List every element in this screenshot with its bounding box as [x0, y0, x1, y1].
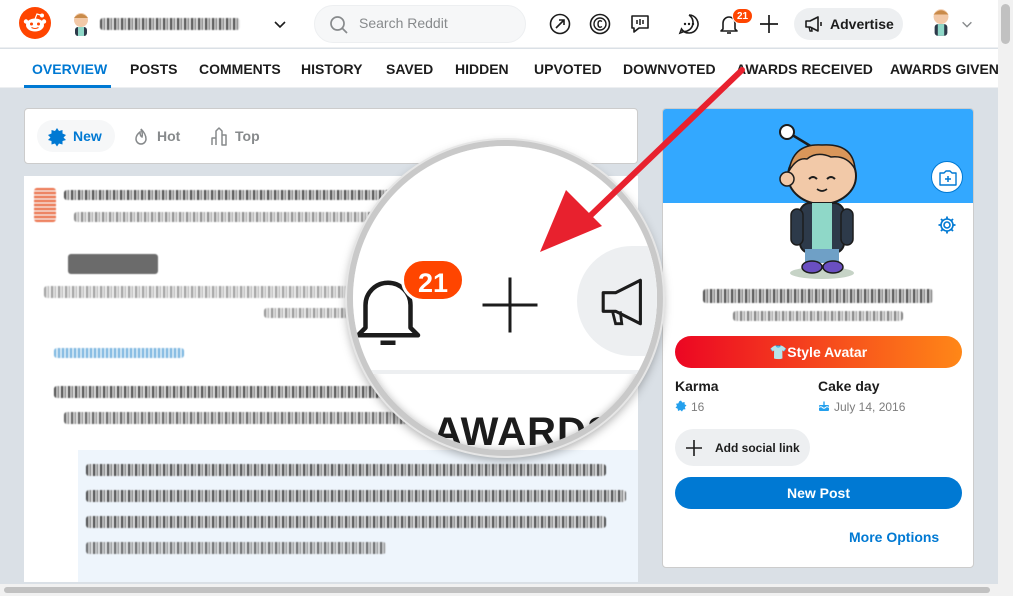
sort-top-button[interactable]: Top [199, 120, 269, 152]
popular-icon[interactable] [548, 12, 572, 36]
tab-overview[interactable]: OVERVIEW [32, 61, 107, 77]
style-avatar-label: Style Avatar [787, 344, 868, 360]
coins-icon[interactable] [588, 12, 612, 36]
tab-hidden[interactable]: HIDDEN [455, 61, 509, 77]
tab-comments[interactable]: COMMENTS [199, 61, 281, 77]
active-tab-indicator [24, 85, 111, 88]
cake-day-date: July 14, 2016 [834, 400, 906, 414]
more-options-link[interactable]: More Options [849, 529, 939, 545]
new-post-button[interactable]: New Post [675, 477, 962, 509]
obscured-text [44, 286, 374, 298]
chat-icon[interactable] [677, 12, 701, 36]
community-dropdown[interactable] [68, 8, 292, 40]
obscured-comment [78, 450, 638, 582]
sort-hot-label: Hot [157, 128, 181, 144]
plus-icon[interactable] [757, 12, 781, 36]
zoom-magnifier: 21 AWARDS [347, 140, 663, 456]
obscured-text [86, 464, 606, 476]
obscured-link [54, 348, 184, 358]
cake-day-value: July 14, 2016 [818, 400, 958, 414]
sort-new-label: New [73, 128, 102, 144]
new-sparkle-icon [48, 128, 66, 147]
sort-top-label: Top [235, 128, 260, 144]
tab-posts[interactable]: POSTS [130, 61, 177, 77]
top-nav-bar: 21 Advertise [0, 0, 998, 48]
tab-awards-received[interactable]: AWARDS RECEIVED [736, 61, 873, 77]
search-icon [330, 16, 348, 34]
karma-number: 16 [691, 400, 705, 414]
chevron-down-icon [274, 21, 286, 29]
sort-new-button[interactable]: New [37, 120, 115, 152]
obscured-vote-block [34, 188, 56, 222]
obscured-username [733, 311, 903, 321]
search-input[interactable] [359, 15, 509, 31]
horizontal-scrollbar[interactable] [0, 584, 998, 596]
style-avatar-button[interactable]: 👕Style Avatar [675, 336, 962, 368]
advertise-label: Advertise [830, 16, 894, 32]
talk-icon[interactable] [628, 12, 652, 36]
user-menu-dropdown[interactable] [925, 6, 975, 42]
plus-icon [686, 440, 702, 456]
add-social-link-button[interactable]: Add social link [675, 429, 810, 466]
vertical-scroll-thumb[interactable] [1001, 4, 1010, 44]
obscured-text [86, 542, 386, 554]
karma-icon [675, 400, 687, 412]
plus-icon [482, 277, 538, 333]
zoomed-notification-badge: 21 [401, 258, 465, 302]
top-chart-icon [211, 127, 227, 146]
chevron-down-icon [962, 21, 972, 28]
cake-day-label: Cake day [818, 378, 880, 394]
cake-icon [818, 401, 830, 411]
sort-hot-button[interactable]: Hot [121, 120, 191, 152]
obscured-text [86, 516, 606, 528]
karma-label: Karma [675, 378, 719, 394]
obscured-text [68, 254, 158, 274]
megaphone-icon [601, 278, 642, 326]
tab-saved[interactable]: SAVED [386, 61, 433, 77]
megaphone-icon [805, 16, 822, 32]
tab-downvoted[interactable]: DOWNVOTED [623, 61, 716, 77]
gear-icon[interactable] [937, 215, 957, 235]
flame-icon [135, 128, 147, 145]
add-image-icon [939, 170, 957, 186]
avatar-icon [74, 13, 88, 36]
tab-history[interactable]: HISTORY [301, 61, 362, 77]
vertical-scrollbar[interactable] [998, 0, 1013, 596]
notification-badge: 21 [732, 8, 754, 24]
add-banner-image-button[interactable] [931, 161, 963, 193]
obscured-display-name [703, 289, 933, 303]
add-social-link-label: Add social link [715, 441, 800, 455]
search-bar[interactable] [314, 5, 526, 43]
profile-card: 👕Style Avatar Karma 16 Cake day July 14,… [662, 108, 974, 568]
zoomed-tab-text: AWARDS [433, 410, 615, 454]
tab-upvoted[interactable]: UPVOTED [534, 61, 602, 77]
karma-value: 16 [675, 400, 775, 414]
advertise-button[interactable]: Advertise [794, 8, 903, 40]
avatar-icon [933, 9, 949, 36]
snoo-avatar-image [779, 124, 857, 279]
tab-awards-given[interactable]: AWARDS GIVEN [890, 61, 999, 77]
profile-tabs: OVERVIEW POSTS COMMENTS HISTORY SAVED HI… [0, 49, 999, 88]
obscured-text [86, 490, 626, 502]
reddit-logo-icon[interactable] [19, 7, 51, 39]
obscured-username [100, 18, 240, 30]
shirt-icon: 👕 [769, 344, 788, 360]
zoomed-divider [353, 370, 657, 374]
horizontal-scroll-thumb[interactable] [4, 587, 990, 593]
